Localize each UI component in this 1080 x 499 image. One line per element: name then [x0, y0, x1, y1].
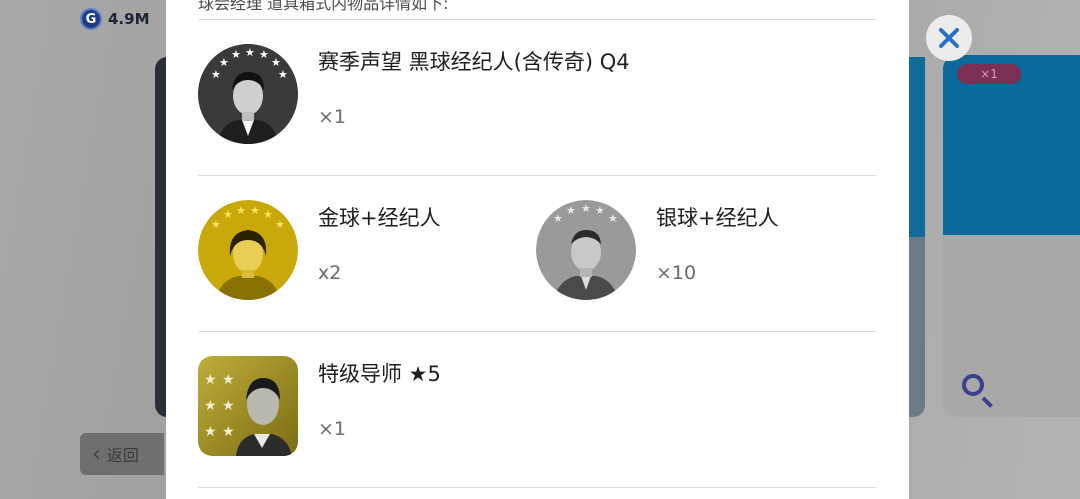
item-name: 赛季声望 黑球经纪人(含传奇) Q4: [318, 50, 630, 74]
svg-text:★: ★: [566, 204, 576, 217]
svg-text:★: ★: [222, 372, 235, 388]
list-item: ★ ★ ★ ★ ★ ★ ★ 赛季声望 黑球经纪人(含传奇) Q4 ×1: [198, 44, 630, 144]
svg-text:★: ★: [204, 372, 217, 388]
svg-text:★: ★: [231, 48, 241, 61]
close-icon: [939, 28, 959, 48]
svg-text:★: ★: [204, 424, 217, 440]
svg-text:★: ★: [553, 212, 563, 225]
list-item: ★ ★ ★ ★ ★ ★ 特级导师 ★5 ×1: [198, 356, 441, 456]
svg-text:★: ★: [581, 202, 591, 215]
silver-ball-agent-icon: ★ ★ ★ ★ ★: [536, 200, 636, 300]
svg-text:★: ★: [223, 208, 233, 221]
svg-text:★: ★: [595, 204, 605, 217]
divider: [198, 487, 876, 488]
divider: [198, 331, 876, 332]
search-icon[interactable]: [962, 374, 984, 396]
item-quantity: ×1: [318, 106, 347, 128]
item-quantity: ×1: [318, 418, 347, 440]
svg-text:★: ★: [222, 424, 235, 440]
svg-text:★: ★: [245, 46, 255, 59]
svg-text:★: ★: [219, 56, 229, 69]
list-item: ★ ★ ★ ★ ★ 银球+经纪人 ×10: [536, 200, 779, 300]
svg-text:★: ★: [236, 204, 246, 217]
close-button[interactable]: [926, 15, 972, 61]
black-ball-agent-icon: ★ ★ ★ ★ ★ ★ ★: [198, 44, 298, 144]
divider: [198, 19, 876, 20]
modal-header-text: 球会经理 道具箱式内物品详情如下:: [198, 0, 449, 13]
premium-coach-icon: ★ ★ ★ ★ ★ ★: [198, 356, 298, 456]
item-name: 金球+经纪人: [318, 206, 441, 230]
svg-text:★: ★: [259, 48, 269, 61]
back-label: 返回: [106, 446, 139, 465]
svg-text:★: ★: [608, 212, 618, 225]
list-item: ★ ★ ★ ★ ★ ★ 金球+经纪人 x2: [198, 200, 441, 300]
svg-text:★: ★: [275, 218, 285, 231]
quantity-badge: ×1: [957, 64, 1021, 84]
svg-text:★: ★: [211, 68, 221, 81]
svg-text:★: ★: [211, 218, 221, 231]
back-button[interactable]: ‹ 返回: [80, 433, 164, 475]
item-details-modal: 球会经理 道具箱式内物品详情如下: ★ ★ ★ ★ ★ ★ ★ 赛季声望 黑球经纪人(含传…: [166, 0, 909, 499]
svg-text:★: ★: [222, 398, 235, 414]
item-name: 特级导师 ★5: [318, 362, 441, 386]
currency-g-icon: G: [80, 8, 102, 30]
currency-value: 4.9M: [108, 10, 150, 28]
svg-text:★: ★: [278, 68, 288, 81]
svg-text:★: ★: [263, 208, 273, 221]
chevron-left-icon: ‹: [92, 441, 101, 467]
svg-text:★: ★: [250, 204, 260, 217]
gold-ball-agent-icon: ★ ★ ★ ★ ★ ★: [198, 200, 298, 300]
svg-text:★: ★: [204, 398, 217, 414]
item-name: 银球+经纪人: [656, 206, 779, 230]
divider: [198, 175, 876, 176]
item-quantity: x2: [318, 262, 342, 284]
item-quantity: ×10: [656, 262, 697, 284]
background-card-far: [943, 55, 1080, 417]
currency-display: G 4.9M: [80, 8, 150, 30]
